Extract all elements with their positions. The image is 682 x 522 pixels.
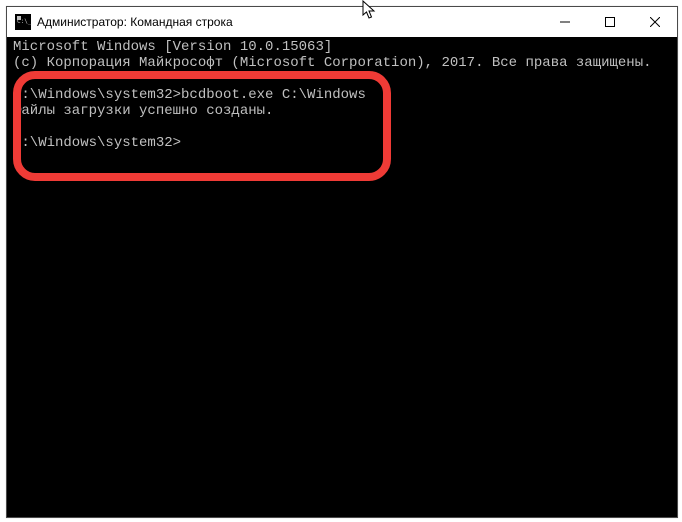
terminal-output: Файлы загрузки успешно созданы. bbox=[13, 103, 273, 119]
cmd-icon bbox=[15, 14, 31, 30]
cmd-window: Администратор: Командная строка Microsof… bbox=[6, 6, 678, 518]
terminal-line: Microsoft Windows [Version 10.0.15063] bbox=[13, 39, 332, 55]
terminal-prompt: C:\Windows\system32> bbox=[13, 87, 181, 103]
titlebar[interactable]: Администратор: Командная строка bbox=[7, 7, 677, 37]
terminal-command: bcdboot.exe C:\Windows bbox=[181, 87, 366, 103]
maximize-button[interactable] bbox=[587, 7, 632, 37]
terminal-area[interactable]: Microsoft Windows [Version 10.0.15063] (… bbox=[7, 37, 677, 517]
close-icon bbox=[650, 17, 660, 27]
minimize-button[interactable] bbox=[542, 7, 587, 37]
terminal-line: (c) Корпорация Майкрософт (Microsoft Cor… bbox=[13, 55, 652, 71]
window-controls bbox=[542, 7, 677, 37]
minimize-icon bbox=[560, 17, 570, 27]
maximize-icon bbox=[605, 17, 615, 27]
close-button[interactable] bbox=[632, 7, 677, 37]
terminal-prompt: C:\Windows\system32> bbox=[13, 135, 181, 151]
window-title: Администратор: Командная строка bbox=[37, 15, 233, 29]
